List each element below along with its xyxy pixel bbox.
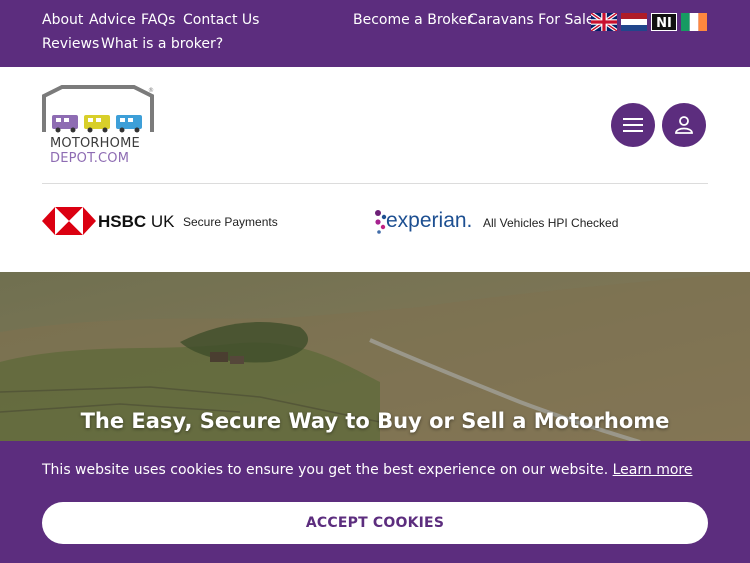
nav-link-caravans-for-sale[interactable]: Caravans For Sale <box>468 12 594 28</box>
hsbc-name: HSBC <box>98 212 147 231</box>
hero-title: The Easy, Secure Way to Buy or Sell a Mo… <box>80 409 670 433</box>
logo-line-1: MOTORHOME <box>50 136 140 151</box>
nav-link-about[interactable]: About <box>42 12 83 28</box>
garage-motorhomes-icon: ® <box>42 85 154 133</box>
cookie-message-text: This website uses cookies to ensure you … <box>42 462 609 478</box>
experian-caption: All Vehicles HPI Checked <box>483 216 619 230</box>
user-account-icon <box>675 116 693 134</box>
experian-brand-text: experian. <box>386 209 473 232</box>
motorhome-depot-logo[interactable]: ® MOTORHOME DEPOT.COM <box>42 84 154 166</box>
ni-label: NI <box>656 16 672 31</box>
nav-link-contact-us[interactable]: Contact Us <box>183 12 259 28</box>
cookie-learn-more-link[interactable]: Learn more <box>613 462 693 478</box>
menu-button[interactable] <box>611 103 655 147</box>
nav-link-advice[interactable]: Advice <box>89 12 136 28</box>
nav-link-faqs[interactable]: FAQs <box>141 12 175 28</box>
nav-link-become-a-broker[interactable]: Become a Broker <box>353 12 473 28</box>
cookie-message: This website uses cookies to ensure you … <box>42 462 692 478</box>
hsbc-region: UK <box>150 212 175 231</box>
ireland-flag-icon[interactable] <box>681 13 707 31</box>
northern-ireland-flag-icon[interactable]: NI <box>651 13 677 31</box>
nav-link-what-is-a-broker[interactable]: What is a broker? <box>101 36 223 52</box>
svg-text:®: ® <box>148 87 154 94</box>
hamburger-menu-icon <box>623 118 643 132</box>
trust-badges-strip: HSBC UK Secure Payments experian. All Ve… <box>0 184 750 272</box>
hsbc-brand-text: HSBC UK <box>98 212 175 232</box>
logo-line-2: DEPOT.COM <box>50 151 130 166</box>
accept-cookies-button[interactable]: ACCEPT COOKIES <box>42 502 708 544</box>
account-button[interactable] <box>662 103 706 147</box>
hero-banner: The Easy, Secure Way to Buy or Sell a Mo… <box>0 272 750 442</box>
nav-link-reviews[interactable]: Reviews <box>42 36 99 52</box>
hsbc-hexagon-logo-icon <box>42 207 96 235</box>
hsbc-caption: Secure Payments <box>183 215 278 229</box>
cookie-consent-banner: This website uses cookies to ensure you … <box>0 441 750 563</box>
top-navigation-bar: About Advice FAQs Contact Us Reviews Wha… <box>0 0 750 67</box>
site-header: ® MOTORHOME DEPOT.COM <box>0 67 750 184</box>
uk-flag-icon[interactable] <box>591 13 617 31</box>
netherlands-flag-icon[interactable] <box>621 13 647 31</box>
